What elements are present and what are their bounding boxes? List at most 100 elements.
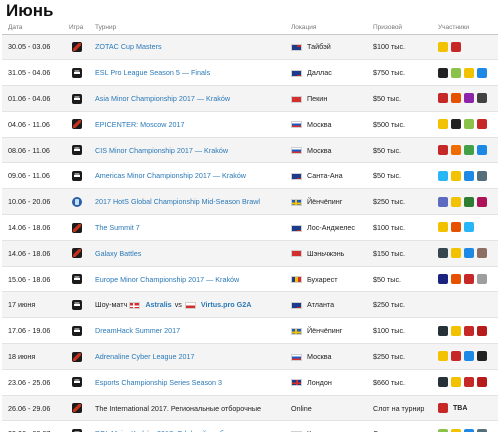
tournament-cell: Asia Minor Championship 2017 — Kraków bbox=[89, 85, 285, 112]
prize-pool: $100 тыс. bbox=[367, 214, 432, 241]
team-logo-icon[interactable] bbox=[464, 222, 474, 233]
table-row: 01.06 - 04.06 Asia Minor Championship 201… bbox=[2, 85, 498, 112]
tournament-link[interactable]: The Summit 7 bbox=[95, 223, 140, 232]
tournament-link[interactable]: Adrenaline Cyber League 2017 bbox=[95, 352, 195, 361]
location-cell: Москва bbox=[285, 343, 367, 370]
team-logo-icon[interactable] bbox=[464, 119, 474, 130]
team-logo-icon[interactable] bbox=[464, 274, 474, 285]
team-logo-icon[interactable] bbox=[451, 377, 461, 388]
russia-flag-icon bbox=[291, 121, 302, 129]
game-cell bbox=[63, 162, 89, 190]
team-logo-icon[interactable] bbox=[477, 145, 487, 156]
tournament-cell: The Summit 7 bbox=[89, 214, 285, 241]
team-logo-icon[interactable] bbox=[451, 145, 461, 156]
team-logo-icon[interactable] bbox=[438, 403, 448, 414]
tournament-link[interactable]: Asia Minor Championship 2017 — Kraków bbox=[95, 94, 230, 103]
tournament-link[interactable]: Europe Minor Championship 2017 — Kraków bbox=[95, 275, 239, 284]
team-logo-icon[interactable] bbox=[464, 325, 474, 336]
team-logo-icon[interactable] bbox=[477, 325, 487, 336]
team-logo-icon[interactable] bbox=[464, 170, 474, 181]
team-logo-icon[interactable] bbox=[438, 222, 448, 233]
tournament-link[interactable]: Esports Championship Series Season 3 bbox=[95, 378, 222, 387]
team-link-virtus-pro[interactable]: Virtus.pro G2A bbox=[201, 300, 252, 309]
showmatch-label: Шоу-матч bbox=[95, 300, 128, 310]
team-logo-icon[interactable] bbox=[477, 248, 487, 259]
team-logo-icon[interactable] bbox=[464, 93, 474, 104]
team-logo-icon[interactable] bbox=[438, 67, 448, 78]
team-logo-icon[interactable] bbox=[438, 119, 448, 130]
team-logo-icon[interactable] bbox=[438, 93, 448, 104]
team-logo-icon[interactable] bbox=[451, 274, 461, 285]
team-logo-icon[interactable] bbox=[477, 274, 487, 285]
location-name: Online bbox=[291, 403, 312, 413]
team-logo-icon[interactable] bbox=[464, 145, 474, 156]
team-logo-icon[interactable] bbox=[464, 248, 474, 259]
prize-pool: $100 тыс. bbox=[367, 317, 432, 345]
participants-cell: TBA bbox=[432, 395, 498, 422]
team-logo-icon[interactable] bbox=[464, 196, 474, 207]
tournament-link[interactable]: Americas Minor Championship 2017 — Krakó… bbox=[95, 171, 246, 180]
tournament-link[interactable]: EPICENTER: Moscow 2017 bbox=[95, 120, 184, 129]
team-logo-icon[interactable] bbox=[451, 351, 461, 362]
team-logo-icon[interactable] bbox=[451, 325, 461, 336]
team-logo-icon[interactable] bbox=[477, 119, 487, 130]
team-logo-icon[interactable] bbox=[438, 41, 448, 52]
team-link-astralis[interactable]: Astralis bbox=[145, 300, 171, 309]
team-logo-icon[interactable] bbox=[464, 67, 474, 78]
tournament-link[interactable]: ESL Pro League Season 5 — Finals bbox=[95, 68, 210, 77]
team-logo-icon[interactable] bbox=[438, 170, 448, 181]
location-name: Атланта bbox=[307, 300, 335, 310]
team-logo-icon[interactable] bbox=[477, 351, 487, 362]
team-logo-icon[interactable] bbox=[464, 377, 474, 388]
dota-icon bbox=[72, 248, 82, 259]
team-logo-icon[interactable] bbox=[451, 67, 461, 78]
tournament-link[interactable]: Galaxy Battles bbox=[95, 249, 141, 258]
event-date: 17 июня bbox=[2, 291, 63, 319]
team-logo-icon[interactable] bbox=[438, 377, 448, 388]
team-logo-icon[interactable] bbox=[477, 93, 487, 104]
team-logo-icon[interactable] bbox=[451, 170, 461, 181]
hots-icon bbox=[72, 196, 82, 207]
location-cell: Краков bbox=[285, 420, 367, 432]
team-logo-icon[interactable] bbox=[451, 248, 461, 259]
dota-icon bbox=[72, 119, 82, 130]
china-flag-icon bbox=[291, 95, 302, 103]
game-cell bbox=[63, 34, 89, 61]
sweden-flag-icon bbox=[291, 198, 302, 206]
team-logo-icon[interactable] bbox=[477, 67, 487, 78]
location-name: Москва bbox=[307, 351, 332, 361]
team-logo-icon[interactable] bbox=[438, 325, 448, 336]
tournament-link[interactable]: 2017 HotS Global Championship Mid-Season… bbox=[95, 197, 260, 206]
team-logo-icon[interactable] bbox=[438, 274, 448, 285]
tournament-link[interactable]: DreamHack Summer 2017 bbox=[95, 326, 180, 335]
team-logo-icon[interactable] bbox=[477, 170, 487, 181]
table-row: 30.05 - 03.06 ZOTAC Cup Masters Тайбэй $100… bbox=[2, 34, 498, 61]
location-name: Йёнчёпинг bbox=[307, 326, 343, 336]
game-cell bbox=[63, 85, 89, 112]
csgo-icon bbox=[72, 377, 82, 388]
team-logo-icon[interactable] bbox=[451, 93, 461, 104]
tournament-link[interactable]: ZOTAC Cup Masters bbox=[95, 42, 162, 51]
team-logo-icon[interactable] bbox=[438, 351, 448, 362]
team-logo-icon[interactable] bbox=[451, 222, 461, 233]
table-row: 17.06 - 19.06 DreamHack Summer 2017 Йёнчёп… bbox=[2, 317, 498, 345]
usa-flag-icon bbox=[291, 172, 302, 180]
team-logo-icon[interactable] bbox=[451, 41, 461, 52]
team-logo-icon[interactable] bbox=[477, 196, 487, 207]
location-cell: Лос-Анджелес bbox=[285, 214, 367, 241]
team-logo-icon[interactable] bbox=[451, 196, 461, 207]
column-header-game: Игра bbox=[63, 22, 89, 35]
tournament-cell: ZOTAC Cup Masters bbox=[89, 34, 285, 61]
tournament-link[interactable]: CIS Minor Championship 2017 — Kraków bbox=[95, 146, 228, 155]
event-date: 10.06 - 20.06 bbox=[2, 188, 63, 216]
column-header-location: Локация bbox=[285, 22, 367, 35]
team-logo-icon[interactable] bbox=[438, 196, 448, 207]
location-cell: Online bbox=[285, 395, 367, 422]
team-logo-icon[interactable] bbox=[464, 351, 474, 362]
team-logo-icon[interactable] bbox=[451, 119, 461, 130]
event-date: 01.06 - 04.06 bbox=[2, 85, 63, 112]
participants-cell bbox=[432, 420, 498, 432]
team-logo-icon[interactable] bbox=[438, 248, 448, 259]
team-logo-icon[interactable] bbox=[477, 377, 487, 388]
team-logo-icon[interactable] bbox=[438, 145, 448, 156]
